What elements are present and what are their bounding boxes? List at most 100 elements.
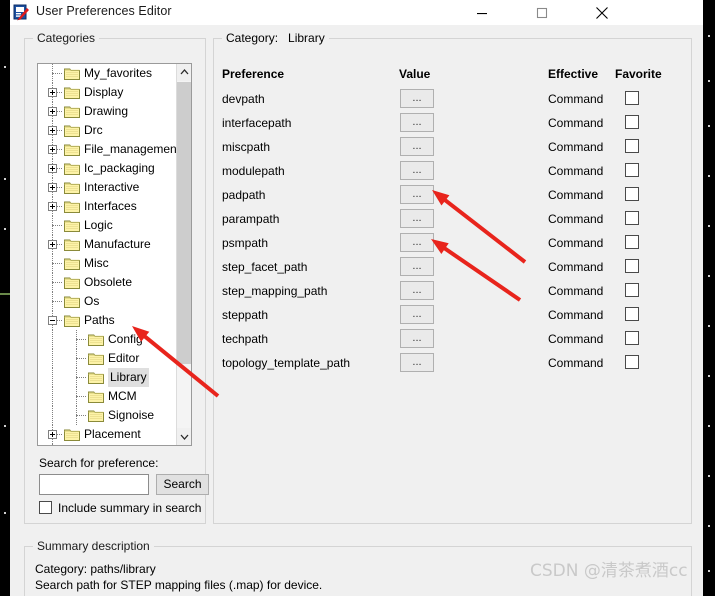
tree-node-drawing[interactable]: Drawing <box>38 102 177 121</box>
preference-favorite-checkbox[interactable] <box>625 235 639 249</box>
tree-node-file_management[interactable]: File_management <box>38 140 177 159</box>
tree-node-route[interactable]: Route <box>38 444 177 445</box>
preference-row: padpath... Command <box>214 185 691 209</box>
preference-value-browse-button[interactable]: ... <box>400 113 434 132</box>
preference-name: devpath <box>222 92 265 106</box>
tree-node-interfaces[interactable]: Interfaces <box>38 197 177 216</box>
preference-value-browse-button[interactable]: ... <box>400 89 434 108</box>
tree-node-signoise[interactable]: Signoise <box>38 406 177 425</box>
tree-node-obsolete[interactable]: Obsolete <box>38 273 177 292</box>
preference-value-browse-button[interactable]: ... <box>400 185 434 204</box>
preference-row: topology_template_path... Command <box>214 353 691 377</box>
tree-expand-icon[interactable] <box>48 107 57 116</box>
preference-value-browse-button[interactable]: ... <box>400 233 434 252</box>
tree-expand-icon[interactable] <box>48 240 57 249</box>
tree-expand-icon[interactable] <box>48 430 57 439</box>
preference-favorite-checkbox[interactable] <box>625 283 639 297</box>
tree-node-editor[interactable]: Editor <box>38 349 177 368</box>
scroll-up-arrow-icon[interactable] <box>177 64 191 81</box>
preference-favorite-checkbox[interactable] <box>625 331 639 345</box>
tree-node-display[interactable]: Display <box>38 83 177 102</box>
tree-node-interactive[interactable]: Interactive <box>38 178 177 197</box>
preference-favorite-checkbox[interactable] <box>625 187 639 201</box>
categories-tree-scrollbar[interactable] <box>176 64 191 445</box>
category-preferences-panel: Category: Library Preference Value Effect… <box>213 31 692 524</box>
preference-favorite-checkbox[interactable] <box>625 115 639 129</box>
tree-expand-icon[interactable] <box>48 202 57 211</box>
include-summary-checkbox[interactable] <box>39 501 52 514</box>
left-edge-strip <box>0 0 10 596</box>
tree-node-mcm[interactable]: MCM <box>38 387 177 406</box>
tree-node-label: Logic <box>84 218 113 232</box>
tree-expand-icon[interactable] <box>48 126 57 135</box>
preference-favorite-checkbox[interactable] <box>625 211 639 225</box>
right-edge-strip <box>703 25 715 596</box>
tree-node-library[interactable]: Library <box>38 368 177 387</box>
column-header-preference: Preference <box>222 67 285 81</box>
tree-node-paths[interactable]: Paths <box>38 311 177 330</box>
preference-effective-value: Command <box>548 356 604 370</box>
tree-node-label: Display <box>84 85 124 99</box>
tree-expand-icon[interactable] <box>48 145 57 154</box>
preference-favorite-checkbox[interactable] <box>625 91 639 105</box>
minimize-button[interactable] <box>459 0 505 25</box>
preference-row: parampath... Command <box>214 209 691 233</box>
maximize-button[interactable] <box>519 0 565 25</box>
scrollbar-thumb[interactable] <box>177 82 191 364</box>
tree-node-my_favorites[interactable]: My_favorites <box>38 64 177 83</box>
tree-node-label: Drc <box>84 123 103 137</box>
tree-node-manufacture[interactable]: Manufacture <box>38 235 177 254</box>
preference-row: steppath... Command <box>214 305 691 329</box>
categories-tree[interactable]: My_favorites Display Drawing Drc File_manage… <box>37 63 192 446</box>
categories-legend: Categories <box>33 31 100 45</box>
folder-icon <box>64 238 80 251</box>
tree-node-label: Obsolete <box>84 275 133 289</box>
close-button[interactable] <box>579 0 625 25</box>
category-legend-prefix: Category: <box>226 31 279 45</box>
tree-node-config[interactable]: Config <box>38 330 177 349</box>
tree-node-label: Placement <box>84 427 141 441</box>
preference-value-browse-button[interactable]: ... <box>400 281 434 300</box>
folder-icon <box>64 295 80 308</box>
tree-node-label: Route <box>84 444 116 445</box>
tree-expand-icon[interactable] <box>48 88 57 97</box>
preference-favorite-checkbox[interactable] <box>625 355 639 369</box>
tree-node-label: MCM <box>108 389 137 403</box>
search-button[interactable]: Search <box>156 474 209 495</box>
preference-name: psmpath <box>222 236 269 250</box>
preference-value-browse-button[interactable]: ... <box>400 161 434 180</box>
tree-node-misc[interactable]: Misc <box>38 254 177 273</box>
preference-favorite-checkbox[interactable] <box>625 259 639 273</box>
preference-value-browse-button[interactable]: ... <box>400 257 434 276</box>
preference-value-browse-button[interactable]: ... <box>400 353 434 372</box>
preference-name: parampath <box>222 212 280 226</box>
preference-favorite-checkbox[interactable] <box>625 139 639 153</box>
scroll-down-arrow-icon[interactable] <box>177 428 191 445</box>
app-icon <box>13 4 30 21</box>
preference-favorite-checkbox[interactable] <box>625 163 639 177</box>
summary-legend: Summary description <box>33 539 154 553</box>
preference-favorite-checkbox[interactable] <box>625 307 639 321</box>
preference-value-browse-button[interactable]: ... <box>400 209 434 228</box>
summary-text: Category: paths/library Search path for … <box>35 562 323 592</box>
tree-node-ic_packaging[interactable]: Ic_packaging <box>38 159 177 178</box>
preference-value-browse-button[interactable]: ... <box>400 329 434 348</box>
categories-tree-nodes: My_favorites Display Drawing Drc File_manage… <box>38 64 177 445</box>
preference-value-browse-button[interactable]: ... <box>400 137 434 156</box>
preference-value-browse-button[interactable]: ... <box>400 305 434 324</box>
tree-collapse-icon[interactable] <box>48 316 57 325</box>
preference-row: miscpath... Command <box>214 137 691 161</box>
tree-node-os[interactable]: Os <box>38 292 177 311</box>
tree-expand-icon[interactable] <box>48 164 57 173</box>
tree-node-drc[interactable]: Drc <box>38 121 177 140</box>
folder-icon <box>88 390 104 403</box>
include-summary-checkbox-row[interactable]: Include summary in search <box>39 501 201 516</box>
search-input[interactable] <box>39 474 149 495</box>
folder-icon <box>64 105 80 118</box>
tree-node-logic[interactable]: Logic <box>38 216 177 235</box>
summary-description-panel: Summary description Category: paths/libr… <box>24 539 692 596</box>
tree-expand-icon[interactable] <box>48 183 57 192</box>
preference-effective-value: Command <box>548 332 604 346</box>
preference-row: step_mapping_path... Command <box>214 281 691 305</box>
tree-node-placement[interactable]: Placement <box>38 425 177 444</box>
